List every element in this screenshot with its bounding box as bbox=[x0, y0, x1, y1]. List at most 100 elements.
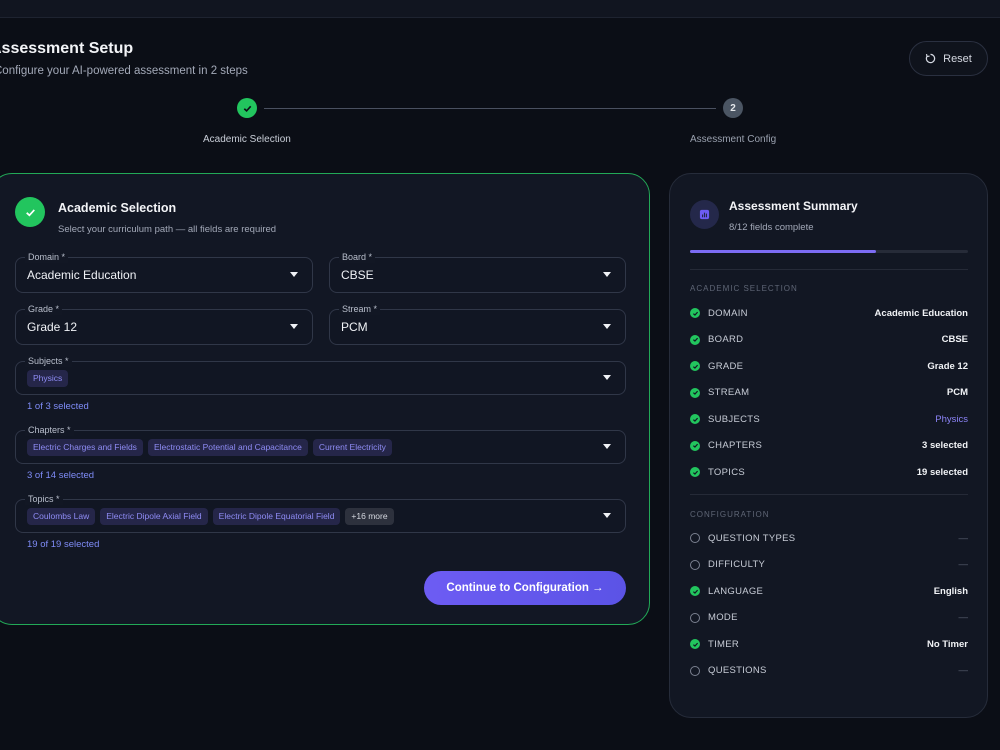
summary-row-grade: GRADE Grade 12 bbox=[690, 359, 968, 373]
topics-count: 19 of 19 selected bbox=[27, 539, 100, 550]
summary-value: — bbox=[958, 559, 969, 570]
summary-value: — bbox=[958, 612, 969, 623]
summary-title: Assessment Summary bbox=[729, 199, 858, 213]
summary-row-domain: DOMAIN Academic Education bbox=[690, 306, 968, 320]
summary-row-chapters: CHAPTERS 3 selected bbox=[690, 439, 968, 453]
summary-row-subjects: SUBJECTS Physics bbox=[690, 412, 968, 426]
empty-circle-icon bbox=[690, 665, 700, 676]
summary-key: QUESTION TYPES bbox=[708, 532, 796, 544]
check-circle-icon bbox=[690, 308, 700, 318]
summary-row-topics: TOPICS 19 selected bbox=[690, 465, 968, 479]
step-2-circle[interactable]: 2 bbox=[723, 98, 743, 118]
reset-button[interactable]: Reset bbox=[909, 41, 988, 76]
chevron-down-icon bbox=[290, 272, 298, 277]
domain-value: Academic Education bbox=[27, 268, 137, 282]
reset-label: Reset bbox=[943, 52, 972, 65]
chevron-down-icon bbox=[603, 272, 611, 277]
summary-key: BOARD bbox=[708, 334, 744, 345]
check-circle-icon bbox=[690, 361, 700, 371]
check-circle-icon bbox=[690, 467, 700, 477]
summary-value: — bbox=[958, 532, 969, 544]
chapters-label: Chapters * bbox=[25, 424, 74, 436]
subjects-multiselect[interactable]: Subjects * Physics bbox=[15, 355, 626, 395]
summary-row-timer: TIMER No Timer bbox=[690, 637, 968, 651]
topics-more-chip[interactable]: +16 more bbox=[345, 508, 394, 525]
chevron-down-icon bbox=[603, 444, 611, 449]
grade-label: Grade * bbox=[25, 303, 63, 315]
chapter-chip[interactable]: Electric Charges and Fields bbox=[27, 439, 143, 456]
check-circle-icon bbox=[690, 586, 700, 596]
summary-key: DOMAIN bbox=[708, 307, 748, 319]
board-select[interactable]: Board * CBSE bbox=[329, 251, 626, 293]
continue-button[interactable]: Continue to Configuration → bbox=[424, 571, 626, 605]
board-label: Board * bbox=[339, 251, 376, 263]
topic-chip[interactable]: Electric Dipole Equatorial Field bbox=[212, 508, 341, 525]
check-circle-icon bbox=[690, 334, 700, 345]
domain-select[interactable]: Domain * Academic Education bbox=[15, 251, 313, 293]
summary-value: CBSE bbox=[941, 334, 968, 345]
summary-key: SUBJECTS bbox=[708, 413, 761, 425]
summary-value: Grade 12 bbox=[927, 360, 968, 372]
summary-row-difficulty: DIFFICULTY — bbox=[690, 558, 968, 572]
step-1-complete-check-icon[interactable] bbox=[237, 98, 257, 118]
summary-value: English bbox=[933, 585, 968, 597]
summary-key: LANGUAGE bbox=[708, 585, 764, 597]
check-circle-icon bbox=[690, 639, 700, 649]
summary-progress-fill bbox=[690, 250, 877, 253]
summary-key: CHAPTERS bbox=[708, 440, 763, 451]
check-circle-icon bbox=[690, 414, 700, 424]
summary-key: TOPICS bbox=[708, 466, 745, 478]
summary-value: 3 selected bbox=[922, 440, 968, 451]
summary-row-question-types: QUESTION TYPES — bbox=[690, 531, 968, 545]
chapter-chip[interactable]: Current Electricity bbox=[312, 439, 392, 456]
domain-label: Domain * bbox=[25, 251, 69, 263]
summary-value: — bbox=[958, 665, 969, 676]
summary-key: TIMER bbox=[708, 638, 740, 650]
summary-progress-text: 8/12 fields complete bbox=[729, 222, 814, 233]
summary-key: GRADE bbox=[708, 360, 744, 372]
grade-value: Grade 12 bbox=[27, 320, 78, 334]
topics-multiselect[interactable]: Topics * Coulombs Law Electric Dipole Ax… bbox=[15, 493, 626, 533]
subject-chip[interactable]: Physics bbox=[27, 370, 69, 387]
chevron-down-icon bbox=[603, 324, 611, 329]
summary-value: PCM bbox=[946, 387, 968, 398]
topic-chip[interactable]: Electric Dipole Axial Field bbox=[100, 508, 208, 525]
card-subtitle: Select your curriculum path — all fields… bbox=[58, 224, 277, 235]
summary-value: Physics bbox=[935, 413, 968, 425]
empty-circle-icon bbox=[690, 612, 700, 623]
check-circle-icon bbox=[690, 387, 700, 398]
grade-select[interactable]: Grade * Grade 12 bbox=[15, 303, 313, 345]
step-1-label[interactable]: Academic Selection bbox=[203, 134, 291, 145]
chevron-down-icon bbox=[603, 513, 611, 518]
chapter-chip[interactable]: Electrostatic Potential and Capacitance bbox=[147, 439, 308, 456]
chevron-down-icon bbox=[603, 375, 611, 380]
chapters-count: 3 of 14 selected bbox=[27, 470, 95, 481]
chapters-multiselect[interactable]: Chapters * Electric Charges and Fields E… bbox=[15, 424, 626, 464]
subjects-count: 1 of 3 selected bbox=[27, 401, 89, 412]
divider bbox=[690, 494, 968, 495]
topic-chip[interactable]: Coulombs Law bbox=[27, 508, 96, 525]
summary-progress-bar bbox=[690, 250, 968, 253]
board-value: CBSE bbox=[341, 268, 374, 282]
summary-row-board: BOARD CBSE bbox=[690, 333, 968, 347]
summary-key: STREAM bbox=[708, 387, 750, 398]
divider bbox=[690, 269, 968, 270]
reset-icon bbox=[925, 53, 936, 64]
academic-section-heading: ACADEMIC SELECTION bbox=[690, 284, 798, 293]
summary-value: No Timer bbox=[926, 638, 968, 650]
step-2-label[interactable]: Assessment Config bbox=[690, 134, 776, 145]
chart-icon bbox=[690, 200, 719, 229]
stream-value: PCM bbox=[341, 320, 368, 334]
top-bar bbox=[0, 0, 1000, 18]
summary-key: QUESTIONS bbox=[708, 665, 767, 676]
stream-label: Stream * bbox=[339, 303, 381, 315]
summary-row-stream: STREAM PCM bbox=[690, 386, 968, 400]
topics-label: Topics * bbox=[25, 493, 63, 505]
summary-row-questions: QUESTIONS — bbox=[690, 664, 968, 678]
page-subtitle: Configure your AI-powered assessment in … bbox=[0, 65, 248, 77]
summary-value: 19 selected bbox=[916, 466, 968, 478]
empty-circle-icon bbox=[690, 533, 700, 543]
check-circle-icon bbox=[690, 440, 700, 451]
page-title: Assessment Setup bbox=[0, 40, 134, 57]
stream-select[interactable]: Stream * PCM bbox=[329, 303, 626, 345]
